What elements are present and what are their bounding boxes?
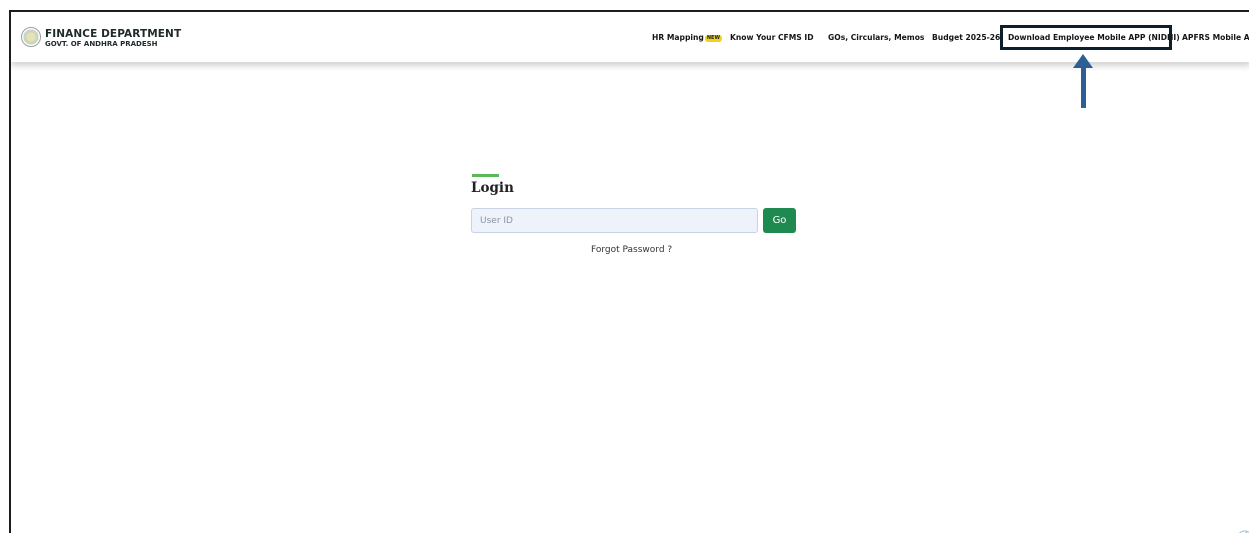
nav-item-gos-circulars[interactable]: GOs, Circulars, Memos: [828, 33, 924, 42]
nav-item-budget[interactable]: Budget 2025-26: [932, 33, 1000, 42]
nav-item-hr-mapping[interactable]: HR Mapping NEW: [652, 33, 722, 42]
nav-item-apfrs-app[interactable]: APFRS Mobile APP: [1182, 33, 1249, 42]
login-title: Login: [471, 180, 514, 196]
top-margin: [0, 0, 1249, 10]
nav-item-know-cfms-id[interactable]: Know Your CFMS ID: [730, 33, 814, 42]
emblem-icon[interactable]: [21, 27, 41, 47]
brand-subtitle: GOVT. OF ANDHRA PRADESH: [45, 40, 158, 48]
nav-item-label: HR Mapping: [652, 33, 704, 42]
new-badge: NEW: [704, 34, 722, 42]
highlight-box: [1000, 25, 1172, 50]
up-arrow-shaft: [1081, 66, 1086, 108]
decorative-swirl-icon: [1238, 530, 1249, 533]
browser-frame: FINANCE DEPARTMENT GOVT. OF ANDHRA PRADE…: [9, 10, 1249, 533]
user-id-input[interactable]: [471, 208, 758, 233]
login-title-accent: [472, 174, 499, 177]
brand-title[interactable]: FINANCE DEPARTMENT: [45, 28, 181, 40]
go-button[interactable]: Go: [763, 208, 796, 233]
forgot-password-link[interactable]: Forgot Password ?: [591, 245, 672, 255]
